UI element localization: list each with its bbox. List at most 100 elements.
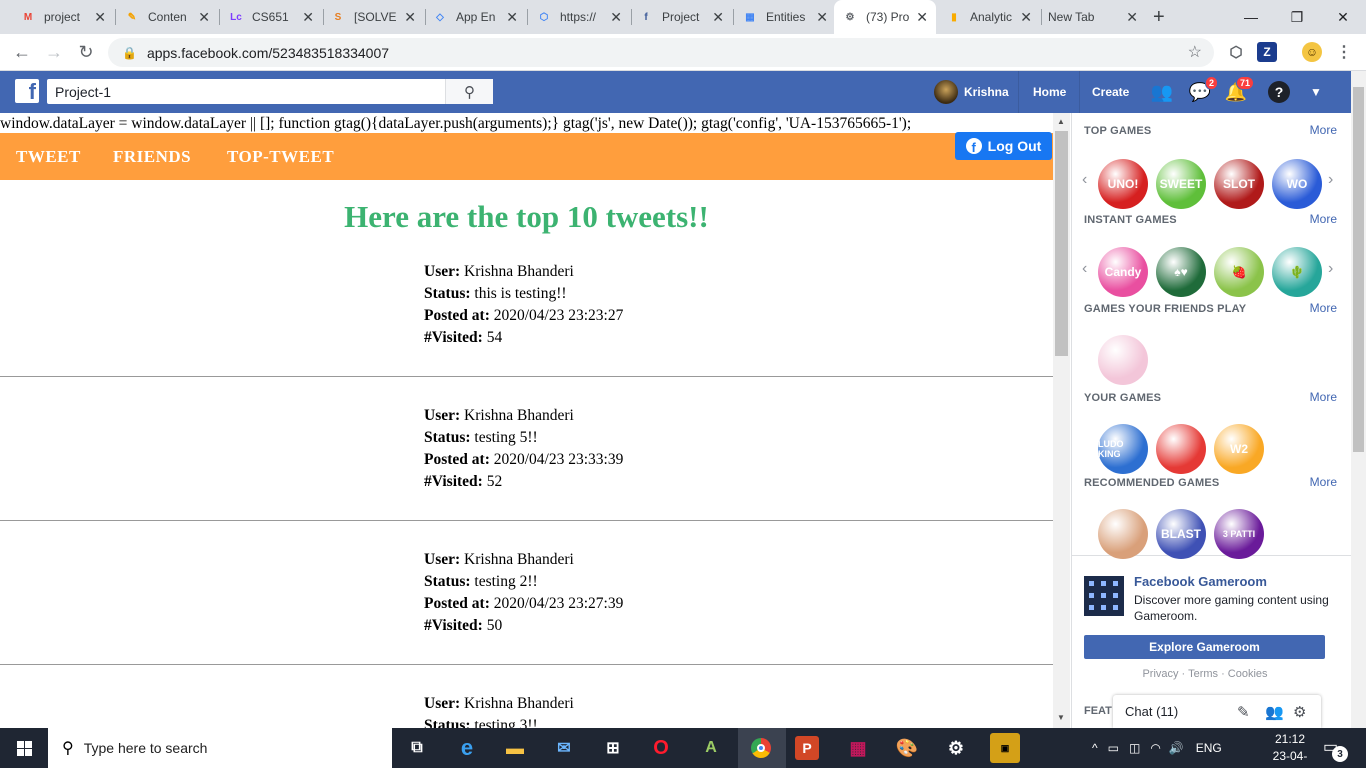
account-menu-chevron-icon[interactable]: ▼ [1304, 80, 1328, 104]
battery-icon[interactable]: ▭ [1108, 741, 1119, 755]
game-icon[interactable]: BLAST [1156, 509, 1206, 559]
messenger-icon[interactable]: 💬 2 [1188, 76, 1218, 104]
powerpoint-icon[interactable]: P [795, 736, 819, 760]
back-icon[interactable]: ← [10, 40, 34, 64]
winrar-icon[interactable]: ▦ [843, 733, 873, 763]
zotero-extension-icon[interactable]: Z [1257, 42, 1277, 62]
close-window-button[interactable]: ✕ [1320, 0, 1366, 34]
browser-tab[interactable]: ⚙ (73) Pro ✕ [834, 0, 936, 34]
browser-tab[interactable]: Mproject ✕ [12, 0, 114, 34]
game-app-icon[interactable]: ▣ [990, 733, 1020, 763]
game-icon[interactable] [1098, 335, 1148, 385]
browser-tab[interactable]: f Project ✕ [630, 0, 732, 34]
game-icon[interactable]: SWEET [1156, 159, 1206, 209]
wifi-icon[interactable]: ◠ [1150, 741, 1160, 755]
nav-top-tweet-link[interactable]: TOP-TWEET [227, 147, 334, 167]
extension-cube-icon[interactable]: ⬡ [1226, 42, 1246, 62]
chat-bar[interactable]: Chat (11) ✎ 👥 ⚙ [1113, 695, 1321, 728]
profile-avatar-icon[interactable]: ☺ [1302, 42, 1322, 62]
chrome-icon[interactable] [746, 733, 776, 763]
game-icon[interactable] [1156, 424, 1206, 474]
menu-kebab-icon[interactable]: ⋮ [1334, 42, 1354, 62]
search-icon[interactable]: ⚲ [445, 79, 493, 104]
forward-icon[interactable]: → [42, 40, 66, 64]
page-scrollbar[interactable] [1351, 71, 1366, 728]
games-section-more-link[interactable]: More [1310, 301, 1337, 315]
reload-icon[interactable]: ↻ [74, 40, 98, 64]
browser-tab[interactable]: ⬡ https:// ✕ [528, 0, 630, 34]
game-icon[interactable]: SLOT [1214, 159, 1264, 209]
carousel-prev-icon[interactable]: ‹ [1082, 171, 1087, 189]
browser-tab[interactable]: ▦ Entities ✕ [734, 0, 836, 34]
explore-gameroom-button[interactable]: Explore Gameroom [1084, 635, 1325, 659]
nav-create[interactable]: Create [1079, 71, 1129, 113]
browser-tab[interactable]: ✎ Conten ✕ [116, 0, 218, 34]
game-icon[interactable]: W2 [1214, 424, 1264, 474]
game-icon[interactable] [1098, 509, 1148, 559]
close-tab-icon[interactable]: ✕ [916, 9, 928, 26]
chat-settings-gear-icon[interactable]: ⚙ [1293, 703, 1306, 721]
carousel-next-icon[interactable]: › [1328, 260, 1333, 278]
maximize-button[interactable]: ❐ [1274, 0, 1320, 34]
profile-link[interactable]: Krishna [934, 71, 1009, 113]
browser-tab[interactable]: ▮ Analytic ✕ [938, 0, 1040, 34]
close-tab-icon[interactable]: ✕ [712, 9, 724, 26]
browser-tab[interactable]: Lc CS651 ✕ [220, 0, 322, 34]
task-view-icon[interactable]: ⧉ [402, 733, 432, 763]
browser-tab[interactable]: S [SOLVE ✕ [322, 0, 424, 34]
browser-tab[interactable]: New Tab ✕ [1040, 0, 1146, 34]
mail-icon[interactable]: ✉ [549, 733, 579, 763]
close-tab-icon[interactable]: ✕ [1020, 9, 1032, 26]
language-indicator[interactable]: ENG [1196, 741, 1222, 755]
game-icon[interactable]: 🍓 [1214, 247, 1264, 297]
nav-home[interactable]: Home [1018, 71, 1066, 113]
game-icon[interactable]: 🌵 [1272, 247, 1322, 297]
notifications-icon[interactable]: 🔔 71 [1224, 76, 1254, 104]
new-message-icon[interactable]: ✎ [1237, 703, 1250, 721]
games-section-more-link[interactable]: More [1310, 390, 1337, 404]
gameroom-title[interactable]: Facebook Gameroom [1134, 574, 1267, 589]
close-tab-icon[interactable]: ✕ [404, 9, 416, 26]
game-icon[interactable]: ♠♥ [1156, 247, 1206, 297]
address-bar[interactable]: 🔒 apps.facebook.com/523483518334007 ☆ [108, 38, 1214, 67]
game-icon[interactable]: WO [1272, 159, 1322, 209]
new-tab-button[interactable]: + [1153, 6, 1165, 29]
facebook-logo-icon[interactable]: f [15, 79, 39, 103]
opera-icon[interactable]: O [646, 733, 676, 763]
carousel-next-icon[interactable]: › [1328, 171, 1333, 189]
help-icon[interactable]: ? [1268, 81, 1290, 103]
close-tab-icon[interactable]: ✕ [1126, 9, 1138, 26]
nav-tweet-link[interactable]: TWEET [16, 147, 81, 167]
games-section-more-link[interactable]: More [1310, 475, 1337, 489]
nav-friends-link[interactable]: FRIENDS [113, 147, 191, 167]
footer-links[interactable]: Privacy · Terms · Cookies [1072, 668, 1338, 680]
bookmark-star-icon[interactable]: ☆ [1188, 42, 1202, 62]
game-icon[interactable]: 3 PATTI [1214, 509, 1264, 559]
close-tab-icon[interactable]: ✕ [302, 9, 314, 26]
file-explorer-icon[interactable]: ▬ [500, 733, 530, 763]
clock[interactable]: 21:12 23-04-2020 [1262, 731, 1318, 782]
create-group-icon[interactable]: 👥 [1265, 703, 1284, 721]
page-scrollbar-thumb[interactable] [1353, 87, 1364, 452]
minimize-button[interactable]: — [1228, 0, 1274, 34]
taskbar-search-input[interactable]: ⚲ Type here to search [48, 728, 392, 768]
paint-icon[interactable]: 🎨 [892, 733, 922, 763]
games-section-more-link[interactable]: More [1310, 212, 1337, 226]
close-tab-icon[interactable]: ✕ [94, 9, 106, 26]
close-tab-icon[interactable]: ✕ [610, 9, 622, 26]
game-icon[interactable]: Candy [1098, 247, 1148, 297]
settings-gear-icon[interactable]: ⚙ [941, 733, 971, 763]
volume-icon[interactable]: 🔊 [1169, 741, 1184, 755]
logout-button[interactable]: f Log Out [955, 132, 1052, 160]
close-tab-icon[interactable]: ✕ [198, 9, 210, 26]
tray-chevron-icon[interactable]: ^ [1092, 741, 1098, 755]
canvas-scrollbar-thumb[interactable] [1055, 131, 1068, 356]
close-tab-icon[interactable]: ✕ [506, 9, 518, 26]
games-section-more-link[interactable]: More [1310, 123, 1337, 137]
store-icon[interactable]: ⊞ [598, 733, 628, 763]
friend-requests-icon[interactable]: 👥 [1150, 80, 1174, 104]
network-icon[interactable]: ◫ [1129, 741, 1140, 755]
close-tab-icon[interactable]: ✕ [816, 9, 828, 26]
browser-tab[interactable]: ◇ App En ✕ [424, 0, 526, 34]
edge-browser-icon[interactable]: e [452, 733, 482, 763]
